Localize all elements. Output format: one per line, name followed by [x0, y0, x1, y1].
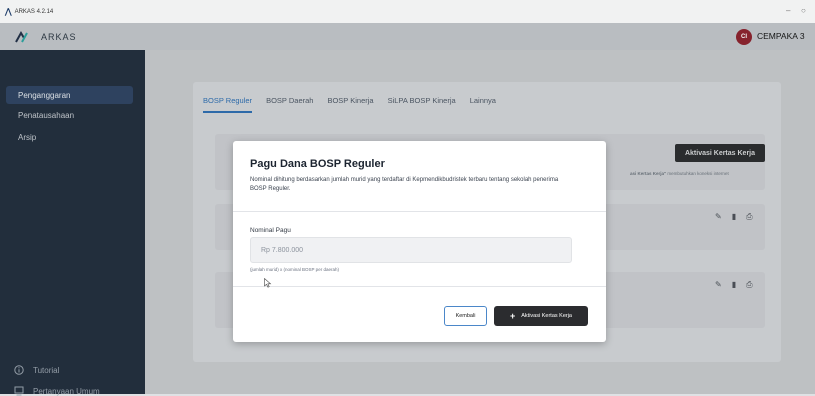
activate-button[interactable]: + Aktivasi Kertas Kerja: [494, 306, 588, 326]
back-button[interactable]: Kembali: [444, 306, 487, 326]
dialog-title: Pagu Dana BOSP Reguler: [250, 158, 385, 170]
divider: [233, 211, 606, 212]
activate-button-label: Aktivasi Kertas Kerja: [521, 313, 572, 319]
divider: [233, 286, 606, 287]
pagu-dialog: Pagu Dana BOSP Reguler Nominal dihitung …: [233, 141, 606, 342]
nominal-pagu-label: Nominal Pagu: [250, 227, 291, 234]
nominal-pagu-hint: (jumlah murid) x (nominal BOSP per daera…: [250, 267, 339, 272]
nominal-pagu-field: Rp 7.800.000: [250, 237, 572, 263]
mouse-cursor-icon: [264, 278, 272, 288]
dialog-description: Nominal dihitung berdasarkan jumlah muri…: [250, 177, 559, 192]
plus-icon: +: [509, 311, 516, 321]
